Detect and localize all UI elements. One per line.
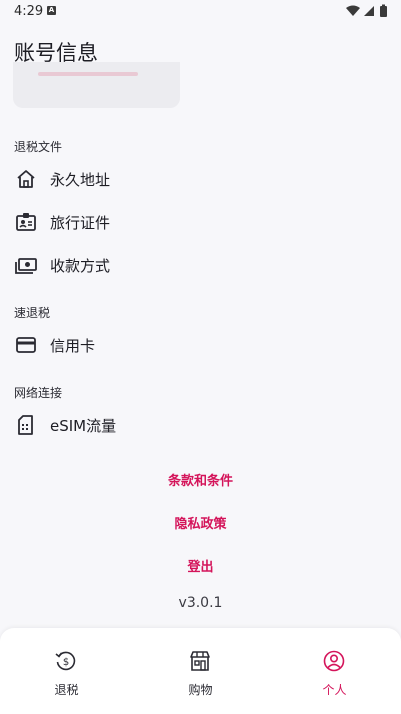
bottom-nav: $ 退税 购物 个人 xyxy=(0,628,401,714)
row-travel-document[interactable]: 旅行证件 xyxy=(0,202,401,242)
row-label: 收款方式 xyxy=(50,257,111,275)
nav-item-shopping[interactable]: 购物 xyxy=(134,628,267,714)
row-label: 永久地址 xyxy=(50,171,111,189)
row-label: 旅行证件 xyxy=(50,214,111,232)
section-label-tax-documents: 退税文件 xyxy=(14,140,63,154)
row-esim-data[interactable]: eSIM流量 xyxy=(0,405,401,445)
battery-icon xyxy=(380,4,387,17)
notification-icon: A xyxy=(47,6,56,15)
wifi-icon xyxy=(346,5,360,16)
app-version: v3.0.1 xyxy=(178,595,223,611)
sim-card-icon xyxy=(18,415,33,435)
status-icons xyxy=(346,4,387,17)
nav-item-tax-refund[interactable]: $ 退税 xyxy=(0,628,133,714)
terms-link[interactable]: 条款和条件 xyxy=(0,470,401,489)
id-card-icon xyxy=(16,213,36,231)
status-bar: 4:29 A xyxy=(0,0,401,24)
row-credit-card[interactable]: 信用卡 xyxy=(0,325,401,365)
store-icon xyxy=(190,651,210,671)
logout-button[interactable]: 登出 xyxy=(0,556,401,575)
row-label: 信用卡 xyxy=(50,337,96,355)
profile-icon xyxy=(323,650,345,672)
tax-refund-icon: $ xyxy=(55,651,76,671)
section-label-fast-refund: 速退税 xyxy=(14,306,51,320)
card-text-fragment xyxy=(38,72,138,76)
privacy-link[interactable]: 隐私政策 xyxy=(0,513,401,532)
home-icon xyxy=(17,170,35,188)
row-permanent-address[interactable]: 永久地址 xyxy=(0,159,401,199)
credit-card-icon xyxy=(16,337,36,353)
svg-text:$: $ xyxy=(63,657,69,668)
scrolled-card[interactable] xyxy=(13,62,180,108)
signal-icon xyxy=(364,6,374,16)
nav-item-profile[interactable]: 个人 xyxy=(268,628,401,714)
nav-label: 个人 xyxy=(322,683,347,697)
section-label-network: 网络连接 xyxy=(14,386,63,400)
cash-icon xyxy=(15,258,37,274)
nav-label: 购物 xyxy=(188,683,213,697)
row-label: eSIM流量 xyxy=(50,417,117,435)
status-time: 4:29 xyxy=(14,4,44,19)
row-payment-method[interactable]: 收款方式 xyxy=(0,245,401,285)
nav-label: 退税 xyxy=(54,683,79,697)
